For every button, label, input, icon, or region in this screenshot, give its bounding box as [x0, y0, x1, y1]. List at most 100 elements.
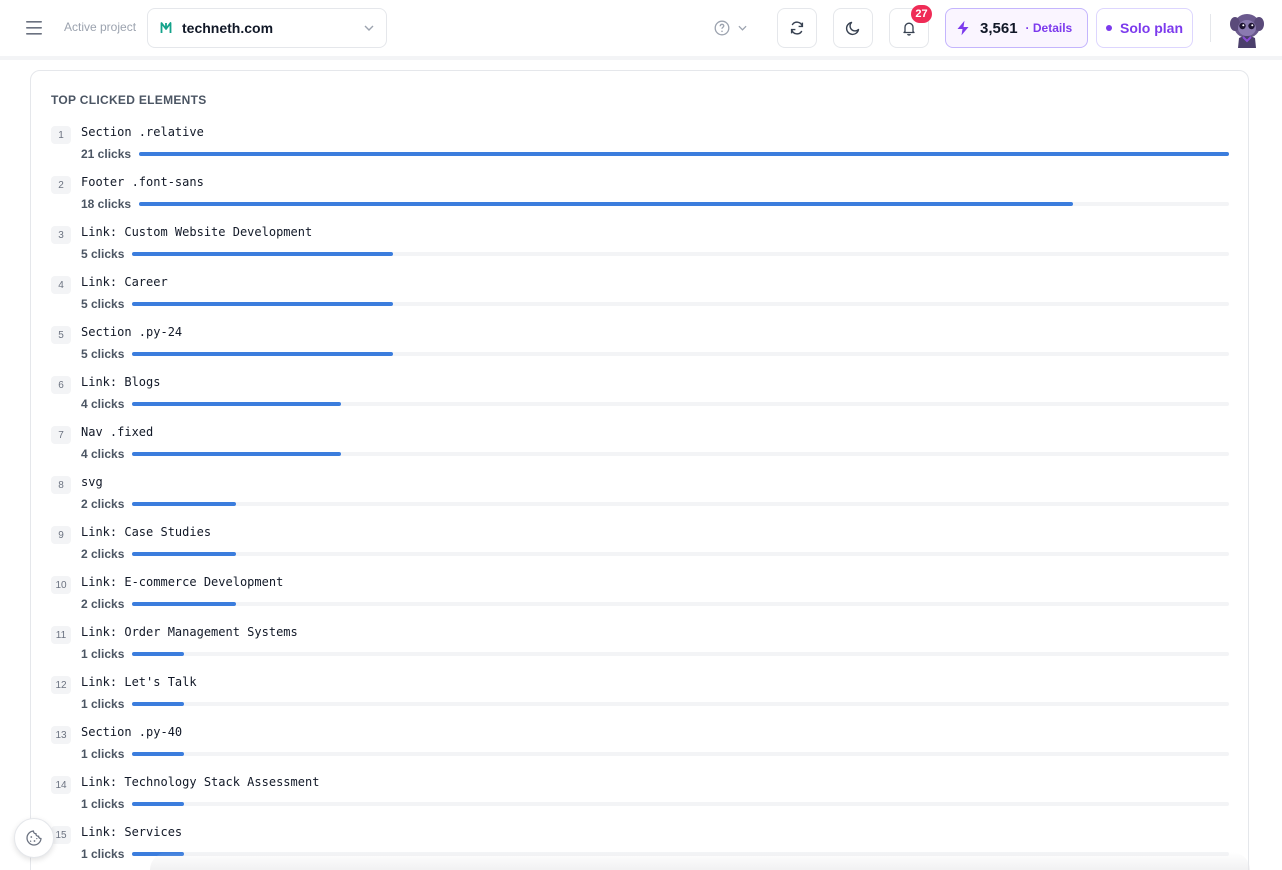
moon-icon: [845, 21, 860, 36]
click-bar-track: [139, 152, 1229, 156]
top-header: Active project techneth.com 27 3,561 · D…: [0, 0, 1282, 56]
click-bar-fill: [132, 502, 237, 506]
click-bar-track: [132, 802, 1229, 806]
list-item[interactable]: 4 Link: Career 5 clicks: [51, 273, 1229, 323]
click-count: 1 clicks: [81, 697, 125, 711]
click-count: 4 clicks: [81, 397, 125, 411]
credits-button[interactable]: 3,561 · Details: [945, 8, 1088, 48]
top-clicked-elements-card: TOP CLICKED ELEMENTS 1 Section .relative 2…: [30, 70, 1249, 870]
click-bar-track: [132, 352, 1229, 356]
element-name: Section .relative: [81, 125, 204, 139]
click-bar-track: [132, 402, 1229, 406]
rank-badge: 5: [51, 326, 71, 344]
plan-label: Solo plan: [1120, 20, 1183, 36]
click-bar-fill: [139, 202, 1074, 206]
header-divider: [1210, 14, 1211, 42]
click-bar-fill: [132, 352, 394, 356]
chevron-down-icon: [364, 25, 374, 31]
click-count: 5 clicks: [81, 347, 125, 361]
click-bar-track: [132, 302, 1229, 306]
element-name: Nav .fixed: [81, 425, 154, 439]
hamburger-menu-icon: [26, 21, 42, 35]
bottom-fade: [150, 852, 1250, 870]
rank-badge: 3: [51, 226, 71, 244]
chevron-down-icon: [738, 25, 747, 31]
click-count: 5 clicks: [81, 297, 125, 311]
rank-badge: 11: [51, 626, 71, 644]
cookie-settings-button[interactable]: [14, 818, 54, 858]
list-item[interactable]: 8 svg 2 clicks: [51, 473, 1229, 523]
avatar-icon: [1230, 14, 1264, 48]
project-name: techneth.com: [182, 20, 274, 36]
avatar[interactable]: [1228, 8, 1266, 48]
help-menu[interactable]: [714, 16, 758, 40]
rank-badge: 1: [51, 126, 71, 144]
plan-dot-icon: [1106, 25, 1112, 31]
header-shadow: [0, 56, 1282, 60]
click-bar-track: [132, 252, 1229, 256]
list-item[interactable]: 5 Section .py-24 5 clicks: [51, 323, 1229, 373]
click-bar-track: [132, 452, 1229, 456]
refresh-button[interactable]: [777, 8, 817, 48]
list-item[interactable]: 7 Nav .fixed 4 clicks: [51, 423, 1229, 473]
list-item[interactable]: 3 Link: Custom Website Development 5 click…: [51, 223, 1229, 273]
project-logo-icon: [160, 22, 172, 33]
list-item[interactable]: 1 Section .relative 21 clicks: [51, 123, 1229, 173]
click-bar-fill: [132, 602, 237, 606]
rank-badge: 9: [51, 526, 71, 544]
list-item[interactable]: 14 Link: Technology Stack Assessment 1 cli…: [51, 773, 1229, 823]
click-count: 1 clicks: [81, 797, 125, 811]
menu-button[interactable]: [22, 16, 46, 40]
project-selector[interactable]: techneth.com: [147, 8, 387, 48]
click-bar-fill: [132, 552, 237, 556]
list-item[interactable]: 6 Link: Blogs 4 clicks: [51, 373, 1229, 423]
list-item[interactable]: 10 Link: E-commerce Development 2 clicks: [51, 573, 1229, 623]
list-item[interactable]: 9 Link: Case Studies 2 clicks: [51, 523, 1229, 573]
click-count: 5 clicks: [81, 247, 125, 261]
rank-badge: 13: [51, 726, 71, 744]
click-count: 21 clicks: [81, 147, 132, 161]
click-count: 1 clicks: [81, 847, 125, 861]
click-count: 2 clicks: [81, 497, 125, 511]
list-item[interactable]: 11 Link: Order Management Systems 1 clicks: [51, 623, 1229, 673]
click-count: 1 clicks: [81, 747, 125, 761]
click-bar-fill: [132, 252, 394, 256]
active-project-label: Active project: [64, 20, 137, 34]
rank-badge: 12: [51, 676, 71, 694]
element-name: Link: Blogs: [81, 375, 161, 389]
rank-badge: 6: [51, 376, 71, 394]
list-item[interactable]: 12 Link: Let's Talk 1 clicks: [51, 673, 1229, 723]
rank-badge: 10: [51, 576, 71, 594]
element-name: Link: Case Studies: [81, 525, 212, 539]
credits-details-link: · Details: [1025, 21, 1073, 35]
element-name: Footer .font-sans: [81, 175, 204, 189]
rank-badge: 8: [51, 476, 71, 494]
element-name: Link: Order Management Systems: [81, 625, 298, 639]
element-name: Link: Custom Website Development: [81, 225, 313, 239]
notifications-badge: 27: [911, 5, 932, 23]
rank-badge: 14: [51, 776, 71, 794]
rank-badge: 15: [51, 826, 71, 844]
click-bar-fill: [132, 702, 185, 706]
list-item[interactable]: 13 Section .py-40 1 clicks: [51, 723, 1229, 773]
theme-toggle-button[interactable]: [833, 8, 873, 48]
rank-badge: 2: [51, 176, 71, 194]
click-bar-fill: [132, 402, 341, 406]
click-count: 4 clicks: [81, 447, 125, 461]
plan-button[interactable]: Solo plan: [1096, 8, 1193, 48]
element-name: Link: Services: [81, 825, 183, 839]
click-bar-fill: [132, 652, 185, 656]
rank-badge: 4: [51, 276, 71, 294]
refresh-icon: [790, 21, 804, 35]
click-count: 2 clicks: [81, 547, 125, 561]
bell-icon: [903, 22, 915, 36]
cookie-icon: [26, 830, 42, 846]
help-circle-icon: [714, 20, 730, 36]
list-item[interactable]: 2 Footer .font-sans 18 clicks: [51, 173, 1229, 223]
click-bar-track: [139, 202, 1229, 206]
rank-badge: 7: [51, 426, 71, 444]
click-count: 2 clicks: [81, 597, 125, 611]
lightning-bolt-icon: [957, 20, 969, 36]
click-bar-track: [132, 752, 1229, 756]
card-title: TOP CLICKED ELEMENTS: [51, 93, 207, 107]
